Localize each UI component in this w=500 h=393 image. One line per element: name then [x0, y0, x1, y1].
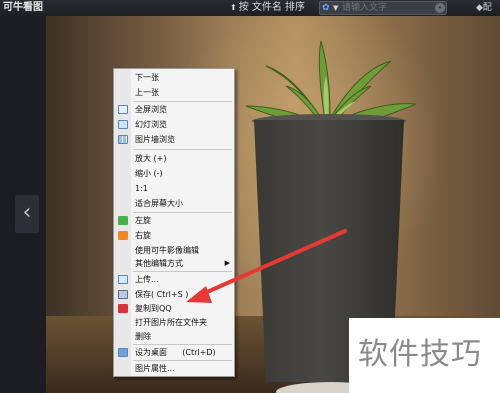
- menu-item-zoom-in[interactable]: 放大 (+): [114, 152, 234, 165]
- menu-item-edit-with-keniu[interactable]: 使用可牛影像编辑: [114, 244, 234, 257]
- menu-item-rotate-left[interactable]: 左旋: [114, 214, 234, 227]
- menu-item-next[interactable]: 下一张: [114, 71, 234, 84]
- menu-item-copy-to-qq[interactable]: 复制到QQ: [114, 302, 234, 315]
- menu-item-open-folder[interactable]: 打开图片所在文件夹: [114, 316, 234, 329]
- menu-item-delete[interactable]: 删除: [114, 330, 234, 343]
- search-box[interactable]: ✿ ▼ •: [319, 1, 447, 15]
- menu-item-picture-wall[interactable]: 图片墙浏览: [114, 133, 234, 146]
- fullscreen-icon: [118, 105, 128, 114]
- menu-item-rotate-right[interactable]: 右旋: [114, 229, 234, 242]
- menu-separator: [133, 344, 232, 345]
- menu-separator: [133, 360, 232, 361]
- previous-image-button[interactable]: ‹: [15, 195, 39, 233]
- rotate-right-icon: [118, 231, 128, 240]
- app-title: 可牛看图: [3, 2, 43, 13]
- submenu-arrow-icon: ▶: [224, 259, 230, 267]
- menu-separator: [133, 101, 232, 102]
- context-menu: 下一张 上一张 全屏浏览 幻灯浏览 图片墙浏览 放大 (+) 缩小 (-) 1:…: [113, 68, 235, 377]
- save-icon: [118, 290, 128, 299]
- rotate-left-icon: [118, 216, 128, 225]
- menu-separator: [133, 271, 232, 272]
- menu-separator: [133, 212, 232, 213]
- baidu-paw-icon[interactable]: ✿: [322, 3, 332, 13]
- search-input[interactable]: [342, 2, 432, 14]
- slideshow-icon: [118, 120, 128, 129]
- menu-item-fullscreen[interactable]: 全屏浏览: [114, 103, 234, 116]
- menu-separator: [133, 149, 232, 150]
- desktop-icon: [118, 348, 128, 357]
- menu-item-zoom-out[interactable]: 缩小 (-): [114, 167, 234, 180]
- sort-up-icon: ⬆: [230, 3, 237, 12]
- menu-item-other-edit[interactable]: 其他编辑方式 ▶: [114, 257, 234, 270]
- menu-item-properties[interactable]: 图片属性...: [114, 362, 234, 375]
- menu-item-actual-size[interactable]: 1:1: [114, 182, 234, 195]
- menu-item-upload[interactable]: 上传...: [114, 273, 234, 286]
- engine-dropdown-icon[interactable]: ▼: [333, 2, 338, 14]
- menu-item-slideshow[interactable]: 幻灯浏览: [114, 118, 234, 131]
- menu-item-previous[interactable]: 上一张: [114, 86, 234, 99]
- settings-menu[interactable]: ◆配: [476, 0, 492, 16]
- menu-item-set-desktop[interactable]: 设为桌面 (Ctrl+D): [114, 346, 234, 359]
- picture-wall-icon: [118, 135, 128, 144]
- title-bar: 可牛看图 ⬆按 文件名 排序 ✿ ▼ • ◆配: [0, 0, 500, 16]
- upload-icon: [118, 275, 128, 284]
- menu-item-save[interactable]: 保存( Ctrl+S ): [114, 288, 234, 301]
- sort-label: 按 文件名 排序: [238, 2, 306, 13]
- sort-control[interactable]: ⬆ 按 文件名 排序: [230, 0, 305, 16]
- watermark-text: 软件技巧: [358, 337, 482, 372]
- menu-item-fit-screen[interactable]: 适合屏幕大小: [114, 197, 234, 210]
- qq-icon: [118, 304, 128, 313]
- search-go-icon[interactable]: •: [435, 3, 445, 13]
